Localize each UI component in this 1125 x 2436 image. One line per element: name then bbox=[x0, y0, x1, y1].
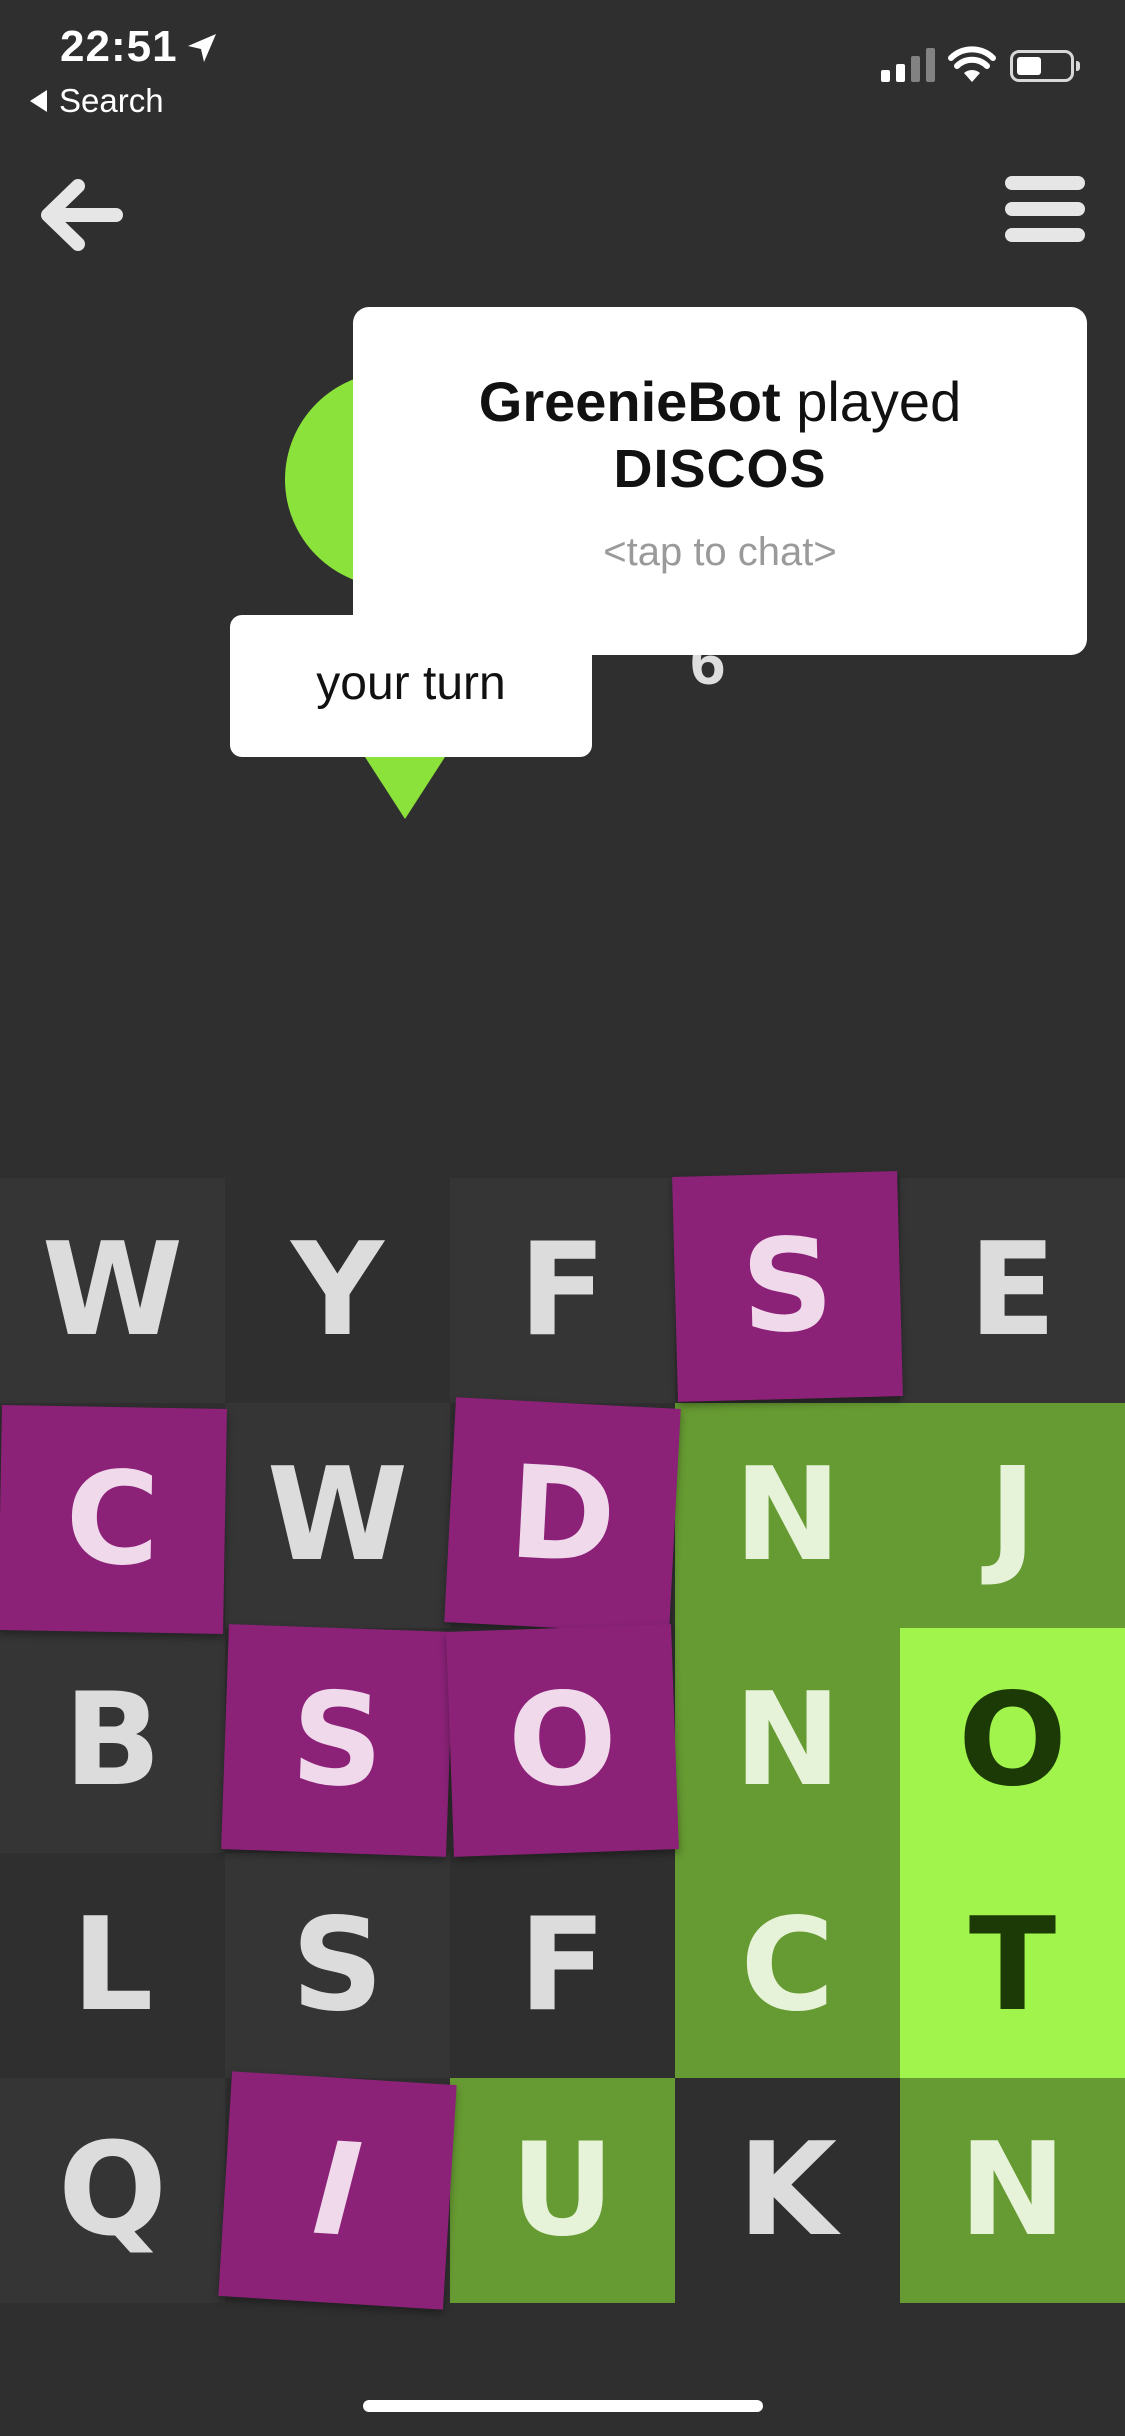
board-tile[interactable]: D bbox=[444, 1397, 681, 1634]
turn-indicator-bubble: your turn bbox=[230, 615, 592, 757]
board-tile[interactable]: S bbox=[672, 1171, 903, 1402]
board-tile[interactable]: T bbox=[900, 1853, 1125, 2078]
board-tile[interactable]: N bbox=[675, 1628, 900, 1853]
popup-verb: played bbox=[796, 370, 962, 433]
board-tile[interactable]: U bbox=[450, 2078, 675, 2303]
board-tile[interactable]: C bbox=[0, 1405, 227, 1634]
last-play-popup[interactable]: GreenieBot played DISCOS <tap to chat> bbox=[353, 307, 1087, 655]
board-tile[interactable]: W bbox=[0, 1178, 225, 1403]
board-tile[interactable]: Y bbox=[225, 1178, 450, 1403]
board-tile[interactable]: I bbox=[218, 2071, 457, 2310]
battery-icon bbox=[1010, 50, 1080, 82]
board-tile[interactable]: O bbox=[446, 1624, 679, 1857]
back-triangle-icon bbox=[30, 90, 47, 112]
letter-board: WYFSECWDNJBSONOLSFCTQIUKN bbox=[0, 1171, 1125, 2310]
wifi-icon bbox=[948, 46, 996, 82]
back-to-search-label: Search bbox=[59, 82, 164, 119]
board-tile[interactable]: S bbox=[225, 1853, 450, 2078]
popup-player-name: GreenieBot bbox=[478, 370, 781, 433]
board-tile[interactable]: Q bbox=[0, 2078, 225, 2303]
popup-message: GreenieBot played bbox=[353, 369, 1087, 434]
board-tile[interactable]: O bbox=[900, 1628, 1125, 1853]
board-tile[interactable]: N bbox=[675, 1403, 900, 1628]
board-tile[interactable]: W bbox=[225, 1403, 450, 1628]
status-time: 22:51 bbox=[60, 22, 178, 71]
cellular-signal-icon bbox=[881, 48, 935, 82]
hamburger-menu-button[interactable] bbox=[1005, 176, 1085, 242]
board-tile[interactable]: J bbox=[900, 1403, 1125, 1628]
board-tile[interactable]: K bbox=[675, 2078, 900, 2303]
turn-pointer-icon bbox=[365, 757, 445, 819]
back-arrow-button[interactable] bbox=[36, 170, 126, 260]
board-tile[interactable]: C bbox=[675, 1853, 900, 2078]
location-arrow-icon bbox=[188, 34, 216, 62]
home-indicator[interactable] bbox=[363, 2400, 763, 2412]
board-tile[interactable]: B bbox=[0, 1628, 225, 1853]
popup-chat-hint: <tap to chat> bbox=[603, 530, 837, 574]
board-tile[interactable]: F bbox=[450, 1178, 675, 1403]
board-tile[interactable]: F bbox=[450, 1853, 675, 2078]
board-tile[interactable]: S bbox=[221, 1624, 454, 1857]
popup-played-word: DISCOS bbox=[613, 439, 827, 499]
board-tile[interactable]: E bbox=[900, 1178, 1125, 1403]
board-tile[interactable]: L bbox=[0, 1853, 225, 2078]
board-tile[interactable]: N bbox=[900, 2078, 1125, 2303]
back-to-search-link[interactable]: Search bbox=[30, 82, 164, 120]
